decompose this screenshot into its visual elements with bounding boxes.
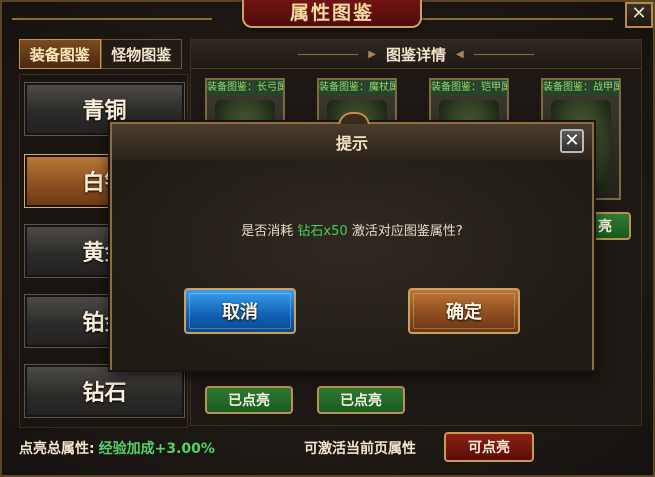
attribute-codex-window: 属性图鉴 ✕ 装备图鉴 怪物图鉴 青铜 白银 黄金 铂金 钻石 ▶ 图鉴详情 ◀…	[0, 0, 655, 477]
window-close-button[interactable]: ✕	[625, 2, 653, 28]
detail-header: ▶ 图鉴详情 ◀	[191, 40, 641, 69]
window-title: 属性图鉴	[289, 1, 374, 24]
window-title-banner: 属性图鉴	[242, 0, 422, 28]
category-tabs: 装备图鉴 怪物图鉴	[19, 39, 182, 69]
title-ornament-left	[12, 2, 212, 20]
title-ornament-right	[413, 2, 613, 20]
close-icon: ✕	[564, 130, 580, 151]
dialog-title: 提示	[335, 134, 368, 153]
tab-equipment-codex[interactable]: 装备图鉴	[19, 39, 101, 69]
message-cost-highlight: 钻石x50	[297, 224, 348, 239]
activate-page-label: 可激活当前页属性	[304, 441, 416, 457]
confirm-button[interactable]: 确定	[408, 288, 520, 334]
bottom-status-bar: 点亮总属性: 经验加成+3.00% 可激活当前页属性 可点亮	[19, 430, 640, 466]
lit-button[interactable]: 已点亮	[317, 386, 405, 414]
card-label: 装备图鉴：铠甲属	[431, 80, 507, 96]
arrow-right-icon: ▶	[368, 48, 376, 60]
header-divider-right	[473, 53, 534, 55]
button-inner-border	[189, 293, 291, 329]
message-suffix: 激活对应图鉴属性?	[351, 224, 463, 239]
tab-monster-codex[interactable]: 怪物图鉴	[100, 39, 182, 69]
arrow-left-icon: ◀	[456, 48, 464, 60]
total-attribute-label: 点亮总属性:	[19, 441, 95, 457]
dialog-body: 是否消耗 钻石x50 激活对应图鉴属性? 取消 确定	[112, 160, 592, 370]
grade-diamond-button[interactable]: 钻石	[24, 364, 185, 418]
close-icon: ✕	[631, 3, 647, 24]
button-inner-border	[413, 293, 515, 329]
activate-page-button[interactable]: 可点亮	[444, 432, 534, 462]
card-label: 装备图鉴：战甲属	[543, 80, 619, 96]
dialog-header: 提示 ✕	[112, 124, 592, 161]
total-attribute-value: 经验加成+3.00%	[98, 441, 215, 457]
dialog-close-button[interactable]: ✕	[560, 129, 584, 153]
header-divider-left	[298, 53, 359, 55]
lit-button[interactable]: 已点亮	[205, 386, 293, 414]
cancel-button[interactable]: 取消	[184, 288, 296, 334]
card-label: 装备图鉴：长弓属	[207, 80, 283, 96]
dialog-message: 是否消耗 钻石x50 激活对应图鉴属性?	[112, 220, 592, 239]
message-prefix: 是否消耗	[241, 224, 294, 239]
detail-title: 图鉴详情	[385, 45, 446, 64]
confirm-dialog: 提示 ✕ 是否消耗 钻石x50 激活对应图鉴属性? 取消 确定	[110, 112, 594, 370]
card-label: 装备图鉴：魔杖属	[319, 80, 395, 96]
